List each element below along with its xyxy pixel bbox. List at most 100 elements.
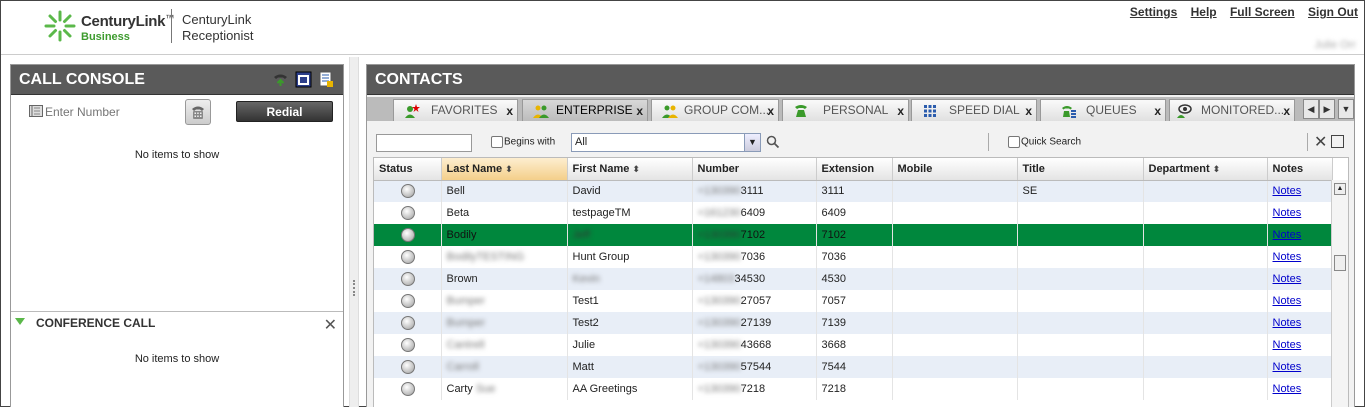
close-tab-icon[interactable]: x: [506, 104, 513, 118]
filter-divider: [1307, 133, 1308, 151]
notes-link[interactable]: Notes: [1273, 229, 1302, 241]
table-row[interactable]: Bodily Jeff +1303907102 7102 Notes: [374, 224, 1333, 246]
checkbox-icon[interactable]: [1008, 136, 1020, 148]
notes-link[interactable]: Notes: [1273, 207, 1302, 219]
contact-search-input[interactable]: [376, 134, 472, 152]
collapse-arrow-icon[interactable]: [15, 318, 25, 325]
popout-icon[interactable]: [1331, 135, 1344, 148]
extension-cell: 3111: [816, 180, 893, 202]
first-name-cell: AA Greetings: [567, 378, 693, 400]
table-row[interactable]: Beta testpageTM +1612306409 6409 Notes: [374, 202, 1333, 224]
extension-cell: 7102: [816, 224, 893, 246]
notes-link[interactable]: Notes: [1273, 251, 1302, 263]
table-row[interactable]: Brown Kevin +1480334530 4530 Notes: [374, 268, 1333, 290]
tab-scroll-right-icon[interactable]: ▶: [1319, 99, 1335, 119]
mobile-cell: [892, 312, 1018, 334]
col-first-name[interactable]: First Name ⬍: [567, 158, 693, 181]
notes-link[interactable]: Notes: [1273, 361, 1302, 373]
number-cell: +1612306409: [692, 202, 817, 224]
call-log-icon[interactable]: [318, 71, 335, 88]
table-row[interactable]: Bumper Test2 +13039027139 7139 Notes: [374, 312, 1333, 334]
tab-queues[interactable]: QUEUES x: [1040, 99, 1166, 121]
last-name-cell: Carty Sue: [441, 378, 568, 400]
notes-link[interactable]: Notes: [1273, 273, 1302, 285]
settings-link[interactable]: Settings: [1130, 5, 1177, 19]
table-row[interactable]: Bumper Test1 +13039027057 7057 Notes: [374, 290, 1333, 312]
col-status[interactable]: Status: [374, 158, 442, 181]
scroll-thumb[interactable]: [1334, 255, 1346, 271]
notes-link[interactable]: Notes: [1273, 339, 1302, 351]
call-console-toolbar: [272, 71, 335, 88]
phonebook-icon[interactable]: [29, 105, 43, 117]
dialpad-button[interactable]: [185, 99, 211, 125]
number-cell: +1303907102: [692, 224, 817, 246]
col-extension[interactable]: Extension: [816, 158, 893, 181]
notes-cell: Notes: [1267, 356, 1333, 378]
contacts-filter-bar: Begins with All ▼ Quick Search ✕: [373, 131, 1348, 155]
table-row[interactable]: Carty Sue AA Greetings +1303907218 7218 Note…: [374, 378, 1333, 400]
notes-link[interactable]: Notes: [1273, 295, 1302, 307]
table-row[interactable]: Cantrell Julie +13039043668 3668 Notes: [374, 334, 1333, 356]
notes-link[interactable]: Notes: [1273, 383, 1302, 395]
calendar-icon[interactable]: [295, 71, 312, 88]
close-tab-icon[interactable]: x: [1283, 104, 1290, 118]
search-scope-select[interactable]: All ▼: [571, 133, 761, 152]
conference-call-header[interactable]: CONFERENCE CALL ✕: [11, 311, 343, 335]
sign-out-link[interactable]: Sign Out: [1308, 5, 1358, 19]
checkbox-icon[interactable]: [491, 136, 503, 148]
scroll-up-icon[interactable]: ▲: [1334, 183, 1346, 195]
tab-scroll-left-icon[interactable]: ◀: [1303, 99, 1319, 119]
close-tab-icon[interactable]: x: [1154, 104, 1161, 118]
notes-link[interactable]: Notes: [1273, 185, 1302, 197]
begins-with-checkbox[interactable]: Begins with: [491, 136, 555, 148]
last-name-cell: Brown: [441, 268, 568, 290]
app-header: CenturyLink™ Business CenturyLink Recept…: [1, 1, 1364, 55]
close-tab-icon[interactable]: x: [897, 104, 904, 118]
status-cell: [374, 378, 442, 400]
close-icon[interactable]: ✕: [324, 315, 337, 335]
close-tab-icon[interactable]: x: [636, 104, 643, 118]
presence-status-icon: [401, 250, 415, 264]
panel-splitter[interactable]: [349, 57, 359, 407]
splitter-grip-icon[interactable]: [353, 280, 356, 296]
enter-number-input[interactable]: [45, 102, 185, 122]
tab-list-dropdown-icon[interactable]: ▼: [1338, 99, 1354, 119]
search-icon[interactable]: [766, 135, 780, 149]
tab-monitored[interactable]: MONITORED... x: [1169, 99, 1295, 121]
mobile-cell: [892, 224, 1018, 246]
presence-status-icon: [401, 228, 415, 242]
department-cell: [1143, 334, 1268, 356]
last-name-cell: Bumper: [441, 290, 568, 312]
col-title[interactable]: Title: [1017, 158, 1144, 181]
tab-personal[interactable]: PERSONAL x: [782, 99, 909, 121]
presence-status-icon: [401, 294, 415, 308]
tab-speed-dial[interactable]: SPEED DIAL x: [911, 99, 1037, 121]
close-tab-icon[interactable]: x: [1025, 104, 1032, 118]
col-number[interactable]: Number: [692, 158, 817, 181]
grid-scrollbar[interactable]: ▲: [1331, 180, 1348, 407]
filter-divider: [988, 133, 989, 151]
tab-enterprise[interactable]: ENTERPRISE x: [522, 99, 648, 121]
quick-search-checkbox[interactable]: Quick Search: [1008, 136, 1081, 148]
contacts-tabs: FAVORITES x ENTERPRISE x GROUP COM... x PER…: [367, 97, 1354, 121]
tab-group-common[interactable]: GROUP COM... x: [651, 99, 779, 121]
close-icon[interactable]: ✕: [1314, 132, 1327, 152]
redial-button[interactable]: Redial: [236, 101, 333, 122]
col-notes[interactable]: Notes: [1267, 158, 1333, 181]
col-mobile[interactable]: Mobile: [892, 158, 1018, 181]
help-link[interactable]: Help: [1191, 5, 1217, 19]
col-last-name[interactable]: Last Name ⬍: [441, 158, 568, 181]
table-row[interactable]: BodilyTESTING Hunt Group +1303907036 7036 No…: [374, 246, 1333, 268]
notes-link[interactable]: Notes: [1273, 317, 1302, 329]
phone-transfer-icon[interactable]: [272, 71, 289, 88]
call-console-empty: No items to show: [134, 149, 220, 161]
col-department[interactable]: Department ⬍: [1143, 158, 1268, 181]
extension-cell: 7057: [816, 290, 893, 312]
tab-favorites[interactable]: FAVORITES x: [393, 99, 518, 121]
close-tab-icon[interactable]: x: [767, 104, 774, 118]
number-cell: +13039043668: [692, 334, 817, 356]
table-row[interactable]: Bell David +1303903111 3111 SE Notes: [374, 180, 1333, 202]
table-row[interactable]: Carroll Matt +13039057544 7544 Notes: [374, 356, 1333, 378]
full-screen-link[interactable]: Full Screen: [1230, 5, 1295, 19]
chevron-down-icon[interactable]: ▼: [744, 134, 760, 151]
